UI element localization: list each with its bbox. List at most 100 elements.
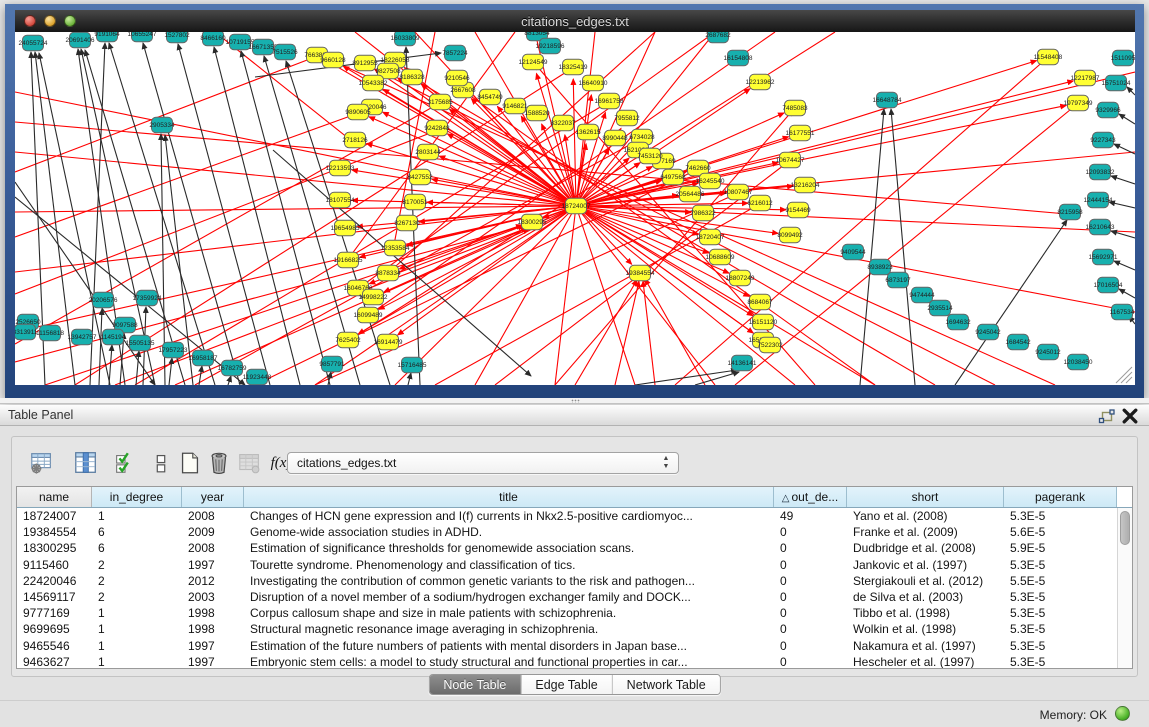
graph-node[interactable]: 12353584 xyxy=(381,240,410,255)
graph-node[interactable]: 2803144 xyxy=(415,144,441,159)
graph-node[interactable]: 11548408 xyxy=(1034,49,1063,64)
citation-edge-black[interactable] xyxy=(169,358,172,385)
graph-node[interactable]: 9474444 xyxy=(909,287,935,302)
graph-node[interactable]: 12213962 xyxy=(746,74,775,89)
graph-node[interactable]: 9857791 xyxy=(319,356,345,371)
network-canvas[interactable]: 2405572420691406919106410655247152780284… xyxy=(15,32,1135,385)
graph-node[interactable]: 8684067 xyxy=(747,294,773,309)
close-panel-button[interactable] xyxy=(1121,407,1139,424)
graph-node[interactable]: 1511095 xyxy=(1111,50,1135,65)
graph-node[interactable]: 8170051 xyxy=(402,194,428,209)
graph-node[interactable]: 1588520 xyxy=(524,105,550,120)
table-row[interactable]: 977716911998Corpus callosum shape and si… xyxy=(17,605,1132,621)
graph-node[interactable]: 7453120 xyxy=(637,148,663,163)
table-row[interactable]: 1938455462009Genome-wide association stu… xyxy=(17,524,1132,540)
tab-edge-table[interactable]: Edge Table xyxy=(520,675,611,694)
graph-node[interactable]: 9245042 xyxy=(975,324,1001,339)
graph-node[interactable]: 19218596 xyxy=(536,38,565,53)
close-traffic-light[interactable] xyxy=(24,15,36,27)
citation-edge-red[interactable] xyxy=(573,79,576,206)
graph-node[interactable]: 1145194 xyxy=(101,329,126,344)
citation-edge-black[interactable] xyxy=(1111,176,1135,184)
graph-node[interactable]: 10543382 xyxy=(359,75,388,90)
graph-node[interactable]: 20564486 xyxy=(676,186,705,201)
graph-node[interactable]: 2687682 xyxy=(705,32,731,43)
graph-node[interactable]: 8466160 xyxy=(200,32,226,46)
select-column-button[interactable] xyxy=(72,449,100,477)
graph-node[interactable]: 16958187 xyxy=(189,350,218,365)
citation-edge-red[interactable] xyxy=(576,72,1135,206)
graph-node[interactable]: 10807467 xyxy=(724,184,753,199)
create-table-button[interactable] xyxy=(176,449,204,477)
graph-node[interactable]: 10674427 xyxy=(776,152,805,167)
graph-node[interactable]: 8878334 xyxy=(375,265,401,280)
graph-node[interactable]: 19166825 xyxy=(334,252,363,267)
graph-node[interactable]: 9660128 xyxy=(320,52,346,67)
graph-node[interactable]: 11156818 xyxy=(36,325,64,340)
graph-node[interactable]: 9242848 xyxy=(424,120,450,135)
citation-edge-black[interactable] xyxy=(1114,261,1135,270)
graph-node[interactable]: 12444154 xyxy=(1084,192,1113,207)
graph-node[interactable]: 8267130 xyxy=(394,215,420,230)
clear-selection-button[interactable] xyxy=(147,449,175,477)
graph-node[interactable]: 19797349 xyxy=(1064,95,1093,110)
citation-edge-red[interactable] xyxy=(15,57,315,172)
graph-node[interactable]: 8322037 xyxy=(550,115,576,130)
table-row[interactable]: 1456911722003Disruption of a novel membe… xyxy=(17,589,1132,605)
graph-node[interactable]: 19384554 xyxy=(626,265,655,280)
graph-node[interactable]: 8938923 xyxy=(867,259,893,274)
graph-node[interactable]: 18720407 xyxy=(696,229,725,244)
column-header-in_degree[interactable]: in_degree xyxy=(92,487,182,507)
graph-node[interactable]: 16210643 xyxy=(1086,219,1115,234)
graph-node[interactable]: 12217987 xyxy=(1071,70,1100,85)
delete-table-button-disabled[interactable] xyxy=(236,449,264,477)
graph-node[interactable]: 7986322 xyxy=(690,205,716,220)
graph-node[interactable]: 16151120 xyxy=(749,314,778,329)
graph-node[interactable]: 18300295 xyxy=(518,214,547,229)
graph-node[interactable]: 1167534 xyxy=(1110,304,1135,319)
graph-node[interactable]: 8990448 xyxy=(602,130,628,145)
minimize-traffic-light[interactable] xyxy=(44,15,56,27)
zoom-traffic-light[interactable] xyxy=(64,15,76,27)
graph-node[interactable]: 7515526 xyxy=(272,44,298,59)
table-row[interactable]: 946554611997Estimation of the future num… xyxy=(17,638,1132,654)
graph-node[interactable]: 13216204 xyxy=(791,177,820,192)
graph-node[interactable]: 9329966 xyxy=(1095,102,1121,117)
table-row[interactable]: 1872400712008Changes of HCN gene express… xyxy=(17,508,1132,524)
graph-node[interactable]: 7857224 xyxy=(442,45,468,60)
citation-edge-black[interactable] xyxy=(1119,289,1135,298)
hub-graph-node[interactable]: 18724007 xyxy=(562,198,591,213)
citation-edge-black[interactable] xyxy=(228,376,231,385)
graph-node[interactable]: 7625402 xyxy=(335,332,361,347)
column-header-year[interactable]: year xyxy=(182,487,244,507)
graph-node[interactable]: 8099492 xyxy=(777,227,803,242)
graph-node[interactable]: 2718126 xyxy=(342,132,368,147)
graph-node[interactable]: 16648784 xyxy=(873,92,902,107)
graph-node[interactable]: 19654985 xyxy=(331,220,360,235)
graph-node[interactable]: 16640910 xyxy=(579,75,608,90)
graph-node[interactable]: 6873197 xyxy=(885,272,911,287)
citation-edge-black[interactable] xyxy=(1119,114,1135,124)
graph-node[interactable]: 1362615 xyxy=(575,124,601,139)
tab-node-table[interactable]: Node Table xyxy=(429,675,520,694)
graph-node[interactable]: 12124549 xyxy=(519,54,548,69)
citation-edge-red[interactable] xyxy=(398,206,576,335)
graph-node[interactable]: 9210546 xyxy=(444,70,470,85)
graph-node[interactable]: 17016504 xyxy=(1094,277,1123,292)
graph-node[interactable]: 9409544 xyxy=(840,244,866,259)
graph-node[interactable]: 9154469 xyxy=(785,202,811,217)
graph-node[interactable]: 18325419 xyxy=(559,59,588,74)
graph-node[interactable]: 16914479 xyxy=(374,334,403,349)
citation-edge-red[interactable] xyxy=(645,279,705,385)
graph-node[interactable]: 3175685 xyxy=(427,94,453,109)
window-titlebar[interactable]: citations_edges.txt xyxy=(15,10,1135,32)
graph-node[interactable]: 7522302 xyxy=(757,337,783,352)
table-row[interactable]: 946362711997Embryonic stem cells: a mode… xyxy=(17,654,1132,669)
graph-node[interactable]: 24055724 xyxy=(19,35,48,50)
citation-edge-red[interactable] xyxy=(643,281,655,385)
graph-node[interactable]: 13942757 xyxy=(68,329,97,344)
graph-node[interactable]: 6497568 xyxy=(660,169,686,184)
graph-node[interactable]: 8215958 xyxy=(1057,204,1083,219)
citation-edge-red[interactable] xyxy=(395,206,576,385)
graph-node[interactable]: 8186328 xyxy=(399,69,425,84)
